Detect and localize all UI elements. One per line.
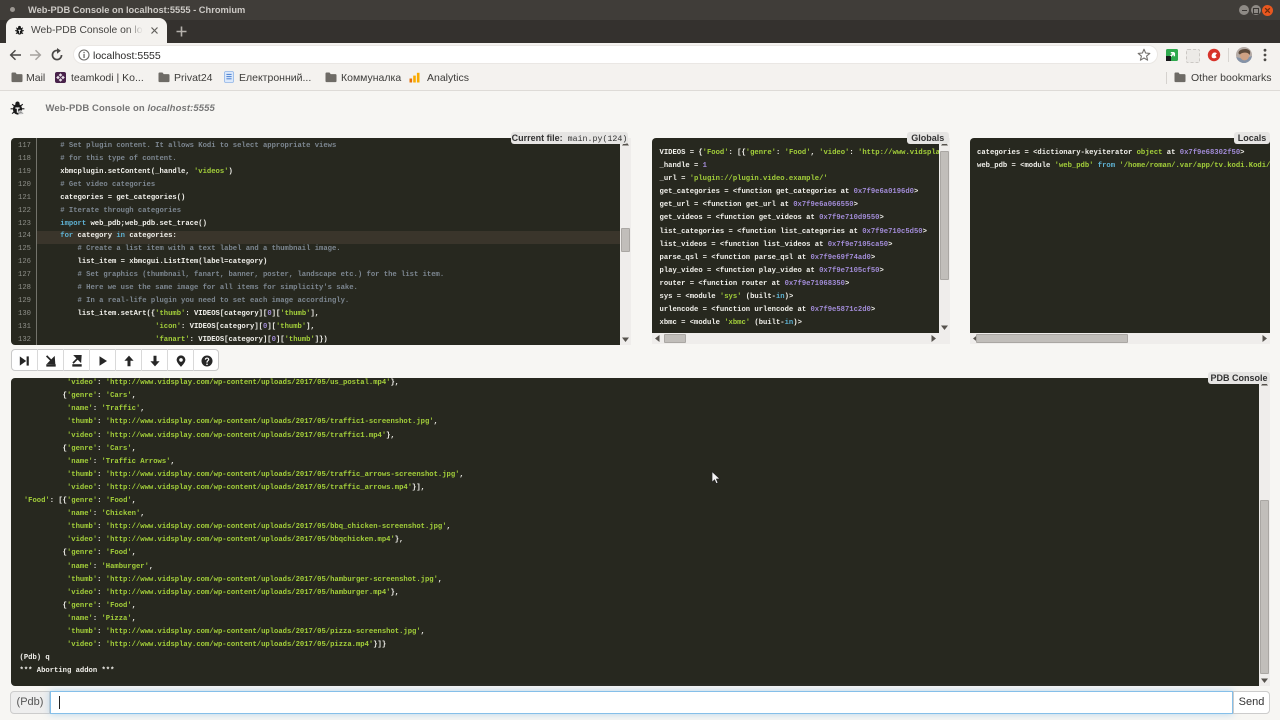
- svg-text:db: db: [19, 111, 23, 115]
